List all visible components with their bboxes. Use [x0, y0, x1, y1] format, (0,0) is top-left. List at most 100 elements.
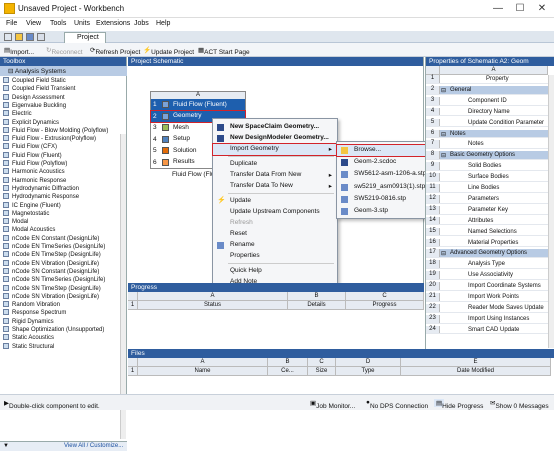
- toolbox-item[interactable]: Response Spectrum: [3, 309, 121, 317]
- toolbox-item[interactable]: nCode SN TimeSeries (DesignLife): [3, 276, 121, 284]
- menu-item-refresh[interactable]: Refresh: [213, 218, 337, 229]
- system-caption[interactable]: Fluid Flow (Flu: [172, 171, 215, 178]
- menu-item-new-spaceclaim-geometry[interactable]: New SpaceClaim Geometry...: [213, 122, 337, 133]
- toolbox-item[interactable]: Magnetostatic: [3, 209, 121, 218]
- menu-item-new-designmodeler-geometry[interactable]: New DesignModeler Geometry...: [213, 133, 337, 144]
- property-row[interactable]: 1 Property: [426, 75, 548, 84]
- toolbox-item[interactable]: Random Vibration: [3, 301, 121, 309]
- toolbox-item[interactable]: Rigid Dynamics: [3, 317, 121, 326]
- close-button[interactable]: ✕: [532, 2, 552, 15]
- property-row[interactable]: 18 Analysis Type: [426, 260, 548, 270]
- properties-scrollbar[interactable]: [548, 75, 554, 348]
- property-section[interactable]: 2 ⊟ General: [426, 85, 548, 95]
- tab-project[interactable]: Project: [64, 32, 106, 43]
- toolbox-item[interactable]: Static Structural: [3, 342, 121, 351]
- toolbox-item[interactable]: Fluid Flow (Fluent): [3, 151, 121, 160]
- collapse-icon[interactable]: ⊟: [441, 87, 446, 94]
- property-row[interactable]: 11 Line Bodies: [426, 184, 548, 193]
- menu-item-duplicate[interactable]: Duplicate: [213, 159, 337, 170]
- toolbox-item[interactable]: Explicit Dynamics: [3, 118, 121, 127]
- toolbox-item[interactable]: Fluid Flow (CFX): [3, 143, 121, 151]
- toolbox-item[interactable]: Coupled Field Static: [3, 77, 121, 85]
- property-row[interactable]: 23 Import Using Instances: [426, 314, 548, 324]
- toolbox-item[interactable]: Hydrodynamic Diffraction: [3, 184, 121, 193]
- view-all-link[interactable]: View All / Customize...: [64, 443, 123, 449]
- system-title-row[interactable]: 1 Fluid Flow (Fluent): [151, 99, 245, 110]
- toolbox-item[interactable]: Static Acoustics: [3, 334, 121, 342]
- toolbox-item[interactable]: Harmonic Acoustics: [3, 168, 121, 176]
- property-row[interactable]: 21 Import Work Points: [426, 293, 548, 302]
- menu-jobs[interactable]: Jobs: [134, 20, 149, 27]
- collapse-icon[interactable]: ⊟: [441, 250, 446, 257]
- property-row[interactable]: 24 Smart CAD Update: [426, 325, 548, 335]
- property-row[interactable]: 20 Import Coordinate Systems: [426, 282, 548, 291]
- property-row[interactable]: 3 Component ID: [426, 96, 548, 106]
- menu-item-update-upstream-components[interactable]: Update Upstream Components: [213, 207, 337, 218]
- toolbox-item[interactable]: Harmonic Response: [3, 176, 121, 185]
- submenu-item-recent-file[interactable]: SW5219-0816.stp: [337, 194, 438, 205]
- toolbox-item[interactable]: Modal Acoustics: [3, 226, 121, 234]
- toolbox-item[interactable]: nCode EN TimeSeries (DesignLife): [3, 243, 121, 251]
- job-monitor-button[interactable]: ▣ Job Monitor...: [310, 399, 355, 410]
- open-icon[interactable]: [15, 33, 23, 41]
- toolbox-item[interactable]: Coupled Field Transient: [3, 85, 121, 93]
- toolbox-item[interactable]: Electric: [3, 110, 121, 118]
- show-messages-button[interactable]: ✉ Show 0 Messages: [490, 399, 549, 410]
- toolbox-item[interactable]: Fluid Flow - Extrusion(Polyflow): [3, 135, 121, 143]
- act-start-page-button[interactable]: ▦ ACT Start Page: [198, 46, 250, 56]
- property-section[interactable]: 8 ⊟ Basic Geometry Options: [426, 151, 548, 161]
- property-section[interactable]: 17 ⊟ Advanced Geometry Options: [426, 249, 548, 259]
- files-name-header[interactable]: Name: [138, 367, 268, 376]
- toolbox-item[interactable]: Modal: [3, 218, 121, 226]
- menu-item-transfer-data-from-new[interactable]: Transfer Data From New ▸: [213, 170, 337, 181]
- toolbox-item[interactable]: nCode EN Vibration (DesignLife): [3, 259, 121, 268]
- files-type-header[interactable]: Type: [336, 367, 401, 376]
- new-icon[interactable]: [4, 33, 12, 41]
- refresh-project-button[interactable]: ⟳ Refresh Project: [90, 46, 140, 56]
- save-icon[interactable]: [26, 33, 34, 41]
- menu-file[interactable]: File: [6, 20, 17, 27]
- menu-item-reset[interactable]: Reset: [213, 229, 337, 240]
- submenu-item-recent-file[interactable]: Geom-2.scdoc: [337, 157, 438, 168]
- menu-item-import-geometry[interactable]: Import Geometry ▸: [212, 143, 338, 156]
- menu-help[interactable]: Help: [156, 20, 170, 27]
- property-section[interactable]: 6 ⊟ Notes: [426, 129, 548, 139]
- files-date-header[interactable]: Date Modified: [401, 367, 551, 376]
- menu-tools[interactable]: Tools: [50, 20, 66, 27]
- import-button[interactable]: ▤ Import...: [4, 46, 34, 56]
- analysis-systems-category[interactable]: ⊟ Analysis Systems: [0, 66, 127, 76]
- property-row[interactable]: 5 Update Condition Parameter: [426, 118, 548, 128]
- minimize-button[interactable]: —: [488, 2, 508, 15]
- toolbox-item[interactable]: Hydrodynamic Response: [3, 193, 121, 201]
- property-row[interactable]: 12 Parameters: [426, 194, 548, 204]
- menu-item-rename[interactable]: Rename: [213, 240, 337, 251]
- reconnect-button[interactable]: ↻ Reconnect: [46, 46, 83, 56]
- property-row[interactable]: 9 Solid Bodies: [426, 162, 548, 171]
- save-as-icon[interactable]: [37, 33, 45, 41]
- property-row[interactable]: 4 Directory Name: [426, 107, 548, 117]
- toolbox-item[interactable]: nCode SN TimeStep (DesignLife): [3, 284, 121, 293]
- property-row[interactable]: 14 Attributes: [426, 216, 548, 226]
- menu-item-properties[interactable]: Properties: [213, 251, 337, 262]
- property-row[interactable]: 19 Use Associativity: [426, 271, 548, 280]
- toolbox-item[interactable]: Shape Optimization (Unsupported): [3, 326, 121, 334]
- submenu-item-recent-file[interactable]: sw5219_asm0913(1).stp: [337, 182, 438, 193]
- menu-item-quick-help[interactable]: Quick Help: [213, 266, 337, 277]
- menu-item-update[interactable]: ⚡ Update: [213, 196, 337, 207]
- property-row[interactable]: 10 Surface Bodies: [426, 173, 548, 182]
- toolbox-item[interactable]: nCode SN Vibration (DesignLife): [3, 292, 121, 301]
- update-project-button[interactable]: ⚡ Update Project: [143, 46, 194, 56]
- maximize-button[interactable]: ☐: [510, 2, 530, 15]
- submenu-item-recent-file[interactable]: SW5612-asm-1206-a.stp: [337, 169, 438, 180]
- menu-view[interactable]: View: [26, 20, 41, 27]
- files-size-header[interactable]: Size: [308, 367, 336, 376]
- toolbox-item[interactable]: nCode EN Constant (DesignLife): [3, 234, 121, 243]
- toolbox-item[interactable]: IC Engine (Fluent): [3, 201, 121, 210]
- property-row[interactable]: 15 Named Selections: [426, 227, 548, 237]
- toolbox-item[interactable]: Fluid Flow (Polyflow): [3, 160, 121, 168]
- menu-units[interactable]: Units: [74, 20, 90, 27]
- menu-item-transfer-data-to-new[interactable]: Transfer Data To New ▸: [213, 181, 337, 192]
- property-row[interactable]: 16 Material Properties: [426, 238, 548, 248]
- property-row[interactable]: 7 Notes: [426, 140, 548, 150]
- hide-progress-button[interactable]: ▤ Hide Progress: [434, 399, 483, 410]
